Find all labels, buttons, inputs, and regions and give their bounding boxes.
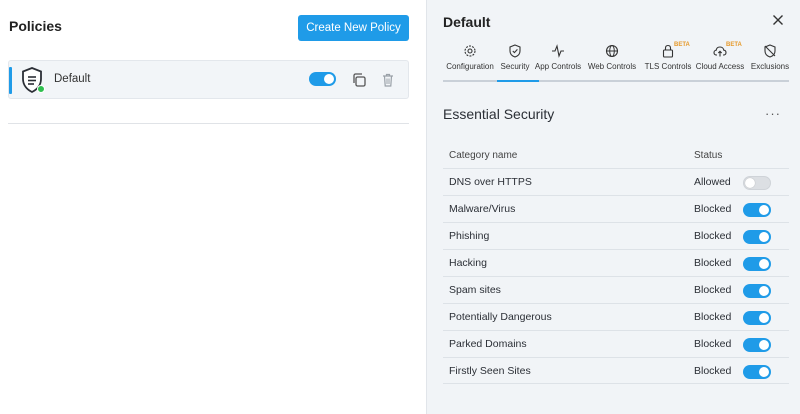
shield-check-icon xyxy=(509,44,521,58)
policy-name: Default xyxy=(54,73,91,85)
policy-tabs: Configuration Security App Controls Web … xyxy=(443,42,791,78)
policies-panel: Policies Create New Policy Default xyxy=(0,0,426,414)
more-options-icon[interactable]: ··· xyxy=(765,106,781,121)
table-row: Phishing Blocked xyxy=(443,222,789,249)
category-toggle[interactable] xyxy=(743,230,771,244)
cloud-upload-icon xyxy=(713,46,727,57)
close-icon[interactable] xyxy=(770,12,786,28)
category-name: Malware/Virus xyxy=(449,203,516,215)
category-name: Firstly Seen Sites xyxy=(449,365,531,377)
tab-label: Security xyxy=(500,62,530,71)
tab-label: App Controls xyxy=(534,62,582,71)
essential-security-section: Essential Security ··· Category name Sta… xyxy=(443,92,789,414)
category-name: Hacking xyxy=(449,257,487,269)
category-toggle[interactable] xyxy=(743,176,771,190)
category-status: Blocked xyxy=(694,203,732,215)
category-status: Blocked xyxy=(694,284,732,296)
tab-app-controls[interactable]: App Controls xyxy=(533,44,583,78)
shield-off-icon xyxy=(764,44,776,58)
category-status: Blocked xyxy=(694,230,732,242)
table-row: Potentially Dangerous Blocked xyxy=(443,303,789,330)
policy-enabled-toggle[interactable] xyxy=(309,72,336,86)
tab-label: Cloud Access xyxy=(695,62,745,71)
trash-icon[interactable] xyxy=(380,72,396,88)
active-tab-indicator xyxy=(497,80,539,82)
category-toggle[interactable] xyxy=(743,284,771,298)
divider xyxy=(8,123,409,124)
tabs-underline xyxy=(443,80,789,82)
table-row: Parked Domains Blocked xyxy=(443,330,789,357)
tab-web-controls[interactable]: Web Controls xyxy=(587,44,637,78)
tab-cloud-access[interactable]: BETA Cloud Access xyxy=(695,42,745,78)
policy-detail-panel: Default Configuration Security App Contr… xyxy=(426,0,800,414)
category-status: Blocked xyxy=(694,365,732,377)
tab-label: Web Controls xyxy=(587,62,637,71)
category-name: Phishing xyxy=(449,230,490,242)
tab-security[interactable]: Security xyxy=(497,44,533,78)
globe-icon xyxy=(605,44,619,58)
category-toggle[interactable] xyxy=(743,203,771,217)
selected-indicator xyxy=(9,67,12,94)
tab-label: TLS Controls xyxy=(644,62,692,71)
category-toggle[interactable] xyxy=(743,311,771,325)
category-name: Spam sites xyxy=(449,284,501,296)
policy-shield-icon xyxy=(21,67,45,94)
panel-title: Default xyxy=(443,14,491,30)
tab-exclusions[interactable]: Exclusions xyxy=(749,44,791,78)
category-toggle[interactable] xyxy=(743,338,771,352)
table-row: DNS over HTTPS Allowed xyxy=(443,168,789,195)
category-name: Parked Domains xyxy=(449,338,527,350)
table-row: Hacking Blocked xyxy=(443,249,789,276)
section-title: Essential Security xyxy=(443,106,555,122)
pulse-icon xyxy=(552,44,564,58)
beta-badge: BETA xyxy=(674,42,690,48)
category-status: Allowed xyxy=(694,176,731,188)
column-header-category: Category name xyxy=(449,150,518,161)
category-table: DNS over HTTPS Allowed Malware/Virus Blo… xyxy=(443,168,789,384)
table-row: Spam sites Blocked xyxy=(443,276,789,303)
beta-badge: BETA xyxy=(726,42,742,48)
category-name: Potentially Dangerous xyxy=(449,311,552,323)
tab-label: Configuration xyxy=(446,62,494,71)
column-header-status: Status xyxy=(694,150,723,161)
category-status: Blocked xyxy=(694,311,732,323)
tab-label: Exclusions xyxy=(750,62,790,71)
category-name: DNS over HTTPS xyxy=(449,176,532,188)
gear-icon xyxy=(464,45,476,57)
category-status: Blocked xyxy=(694,338,732,350)
tab-configuration[interactable]: Configuration xyxy=(443,44,497,78)
page-title: Policies xyxy=(9,18,62,34)
tab-tls-controls[interactable]: BETA TLS Controls xyxy=(643,42,693,78)
online-status-dot xyxy=(37,85,45,93)
category-status: Blocked xyxy=(694,257,732,269)
copy-icon[interactable] xyxy=(351,72,367,88)
category-toggle[interactable] xyxy=(743,365,771,379)
create-new-policy-button[interactable]: Create New Policy xyxy=(298,15,409,41)
table-row: Firstly Seen Sites Blocked xyxy=(443,357,789,384)
table-row: Malware/Virus Blocked xyxy=(443,195,789,222)
policy-item-default[interactable]: Default xyxy=(8,60,409,99)
category-toggle[interactable] xyxy=(743,257,771,271)
lock-icon xyxy=(662,44,674,58)
